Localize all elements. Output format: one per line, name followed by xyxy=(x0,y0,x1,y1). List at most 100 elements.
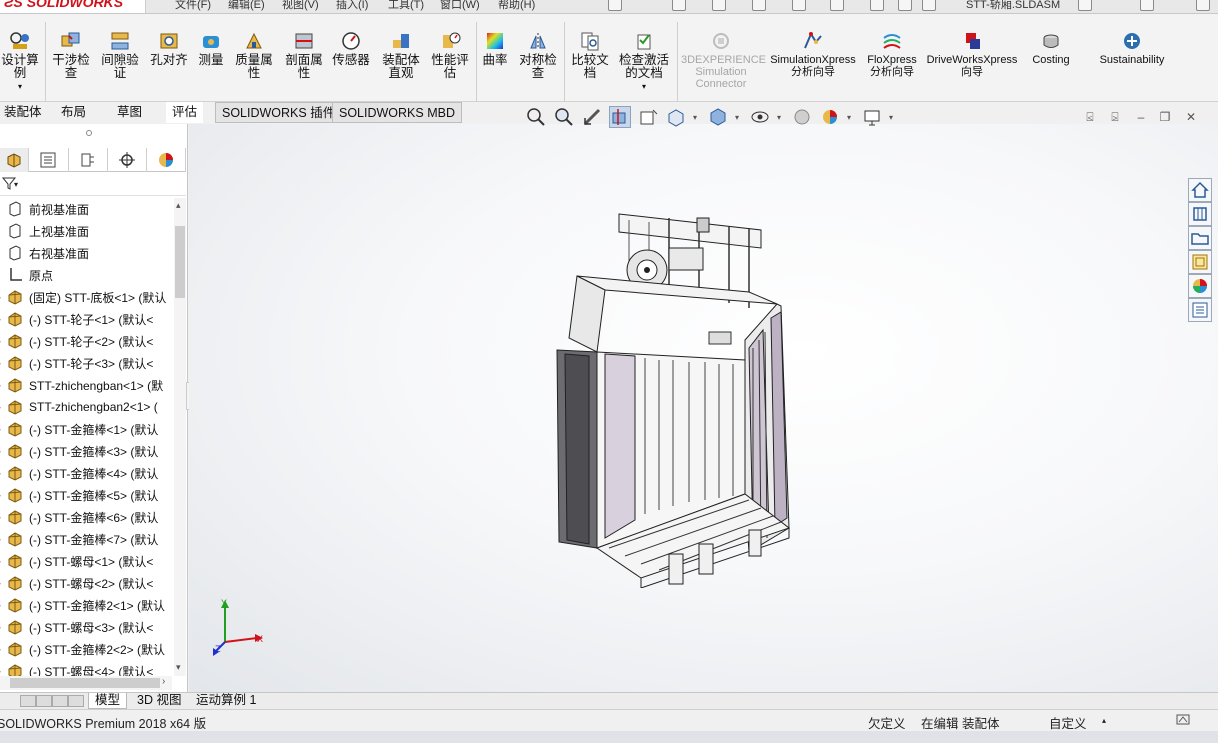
undo-icon[interactable] xyxy=(792,0,806,11)
zoom-area-icon[interactable] xyxy=(553,106,575,128)
select-icon[interactable] xyxy=(830,0,844,11)
nav-next-icon[interactable] xyxy=(52,695,68,707)
mass-properties-button[interactable]: 质量属性 xyxy=(232,30,276,80)
scroll-right-icon[interactable]: › xyxy=(162,676,165,687)
expand-arrow-icon[interactable]: ▸ xyxy=(0,535,7,544)
panel-grip-icon[interactable] xyxy=(86,130,92,136)
scroll-up-icon[interactable]: ▴ xyxy=(176,200,181,211)
solidworks-logo[interactable]: ƧS SOLIDWORKS xyxy=(0,0,146,13)
expand-arrow-icon[interactable]: ▸ xyxy=(0,469,7,478)
next-view-icon[interactable]: ⍄ xyxy=(1107,110,1123,124)
configurationmanager-tab[interactable] xyxy=(69,148,108,172)
expand-arrow-icon[interactable]: ▸ xyxy=(0,601,7,610)
tree-item[interactable]: ▸ STT-zhichengban2<1> ( xyxy=(0,396,172,418)
view-orientation-icon[interactable] xyxy=(665,106,687,128)
tab-motion-study[interactable]: 运动算例 1 xyxy=(190,693,262,709)
tree-item[interactable]: ▸ (-) STT-金箍棒<4> (默认 xyxy=(0,462,172,484)
expand-arrow-icon[interactable]: ▸ xyxy=(0,645,7,654)
tree-item[interactable]: ▸ (-) STT-轮子<1> (默认< xyxy=(0,308,172,330)
expand-arrow-icon[interactable]: ▸ xyxy=(0,337,7,346)
tree-vertical-scrollbar[interactable]: ▴ ▾ xyxy=(174,198,186,676)
tree-item[interactable]: 右视基准面 xyxy=(0,242,172,264)
tab-model[interactable]: 模型 xyxy=(88,693,128,709)
zoom-to-fit-icon[interactable] xyxy=(525,106,547,128)
save-icon[interactable] xyxy=(712,0,726,11)
menu-view[interactable]: 视图(V) xyxy=(282,0,319,12)
symmetry-button[interactable]: 对称检查 xyxy=(516,30,560,80)
menu-help[interactable]: 帮助(H) xyxy=(498,0,535,12)
expand-arrow-icon[interactable]: ▸ xyxy=(0,623,7,632)
curvature-button[interactable]: 曲率 xyxy=(480,30,510,67)
file-props-icon[interactable] xyxy=(898,0,912,11)
tree-item[interactable]: ▸ (-) STT-螺母<3> (默认< xyxy=(0,616,172,638)
tree-item[interactable]: ▸ (-) STT-金箍棒<5> (默认 xyxy=(0,484,172,506)
close-icon[interactable]: ✕ xyxy=(1183,110,1199,124)
tree-item[interactable]: ▸ (-) STT-金箍棒<1> (默认 xyxy=(0,418,172,440)
view-settings-caret[interactable]: ▾ xyxy=(889,113,897,122)
user-icon[interactable] xyxy=(1078,0,1092,11)
tab-solidworks-mbd[interactable]: SOLIDWORKS MBD xyxy=(332,102,462,123)
tree-item[interactable]: ▸ (-) STT-金箍棒2<2> (默认 xyxy=(0,638,172,660)
expand-arrow-icon[interactable]: ▸ xyxy=(0,359,7,368)
hide-show-icon[interactable] xyxy=(749,106,771,128)
nav-last-icon[interactable] xyxy=(68,695,84,707)
graphics-area[interactable]: ⍃ ⍄ – ❐ ✕ Y X Z xyxy=(189,110,1218,692)
tree-item[interactable]: ▸ (-) STT-金箍棒<3> (默认 xyxy=(0,440,172,462)
rebuild-status-icon[interactable] xyxy=(1176,713,1192,730)
edit-appearance-icon[interactable] xyxy=(791,106,813,128)
section-view-icon[interactable] xyxy=(609,106,631,128)
tree-item[interactable]: 原点 xyxy=(0,264,172,286)
tree-item[interactable]: ▸ (-) STT-金箍棒2<1> (默认 xyxy=(0,594,172,616)
menu-file[interactable]: 文件(F) xyxy=(175,0,211,12)
new-icon[interactable] xyxy=(672,0,686,11)
tree-item[interactable]: ▸ (-) STT-螺母<4> (默认< xyxy=(0,660,172,676)
performance-button[interactable]: 性能评估 xyxy=(428,30,472,80)
tree-item[interactable]: 前视基准面 xyxy=(0,198,172,220)
expand-arrow-icon[interactable]: ▸ xyxy=(0,381,7,390)
design-library-icon[interactable] xyxy=(1188,202,1212,226)
tree-item[interactable]: ▸ (-) STT-轮子<2> (默认< xyxy=(0,330,172,352)
tab-3d-view[interactable]: 3D 视图 xyxy=(131,693,187,709)
menu-edit[interactable]: 编辑(E) xyxy=(228,0,265,12)
nav-prev-icon[interactable] xyxy=(36,695,52,707)
nav-first-icon[interactable] xyxy=(20,695,36,707)
tree-item[interactable]: ▸ (-) STT-金箍棒<6> (默认 xyxy=(0,506,172,528)
hide-show-caret[interactable]: ▾ xyxy=(777,113,785,122)
tree-item[interactable]: ▸ (-) STT-螺母<2> (默认< xyxy=(0,572,172,594)
tab-evaluate[interactable]: 评估 xyxy=(166,102,204,123)
filter-caret[interactable]: ▾ xyxy=(14,180,18,189)
driveworksxpress-button[interactable]: DriveWorksXpress 向导 xyxy=(924,30,1020,78)
section-properties-button[interactable]: 剖面属性 xyxy=(282,30,326,80)
expand-arrow-icon[interactable]: ▸ xyxy=(0,403,7,412)
previous-view-icon[interactable] xyxy=(581,106,603,128)
propertymanager-tab[interactable] xyxy=(29,148,69,172)
home-icon[interactable] xyxy=(608,0,622,11)
expand-icon[interactable] xyxy=(1196,0,1210,11)
units-caret[interactable]: ▴ xyxy=(1102,716,1106,725)
tab-solidworks-addins[interactable]: SOLIDWORKS 插件 xyxy=(215,102,343,123)
check-button[interactable]: 检查激活的文档 ▾ xyxy=(616,30,672,93)
assembly-model[interactable] xyxy=(549,208,809,588)
hole-alignment-button[interactable]: 孔对齐 xyxy=(148,30,190,67)
tree-item[interactable]: ▸ (-) STT-轮子<3> (默认< xyxy=(0,352,172,374)
expand-arrow-icon[interactable]: ▸ xyxy=(0,579,7,588)
expand-arrow-icon[interactable]: ▸ xyxy=(0,425,7,434)
hscroll-thumb[interactable] xyxy=(10,678,160,688)
scroll-down-icon[interactable]: ▾ xyxy=(176,662,181,673)
displaymanager-tab[interactable] xyxy=(147,148,186,172)
3dx-simulation-button[interactable]: 3DEXPERIENCE Simulation Connector xyxy=(680,30,766,90)
apply-scene-caret[interactable]: ▾ xyxy=(847,113,855,122)
expand-arrow-icon[interactable]: ▸ xyxy=(0,513,7,522)
scroll-thumb[interactable] xyxy=(175,226,185,298)
clearance-button[interactable]: 间隙验证 xyxy=(98,30,142,80)
expand-arrow-icon[interactable]: ▸ xyxy=(0,557,7,566)
help-icon[interactable] xyxy=(1140,0,1154,11)
interference-button[interactable]: 干涉检查 xyxy=(50,30,92,80)
expand-arrow-icon[interactable]: ▸ xyxy=(0,293,7,302)
appearances-icon[interactable] xyxy=(1188,274,1212,298)
tab-assembly[interactable]: 装配体 xyxy=(0,102,48,123)
tree-item[interactable]: ▸ (-) STT-螺母<1> (默认< xyxy=(0,550,172,572)
print-icon[interactable] xyxy=(752,0,766,11)
expand-arrow-icon[interactable]: ▸ xyxy=(0,491,7,500)
tab-sketch[interactable]: 草图 xyxy=(111,102,148,123)
